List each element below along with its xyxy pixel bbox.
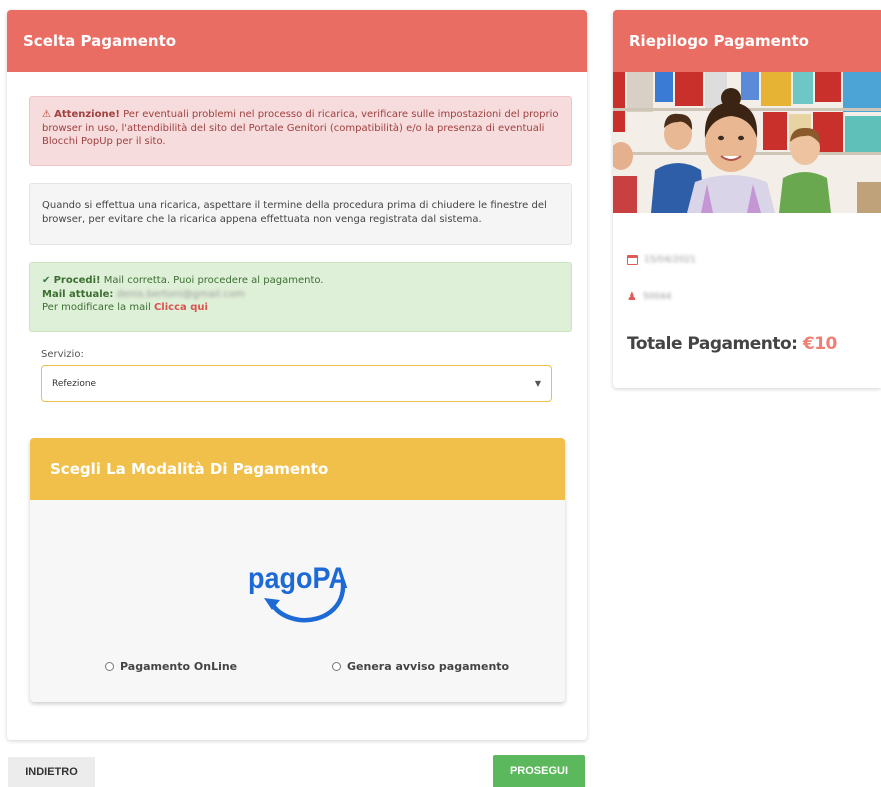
summary-date: 15/04/2021 — [644, 255, 696, 265]
warning-alert-text: Per eventuali problemi nel processo di r… — [42, 109, 559, 147]
summary-total: Totale Pagamento: €10 — [627, 334, 837, 354]
mail-label: Mail attuale: — [42, 288, 114, 300]
summary-code: 50044 — [642, 291, 672, 302]
mail-value: denis.bertoni@gmail.com — [116, 288, 245, 300]
calendar-icon — [627, 255, 638, 265]
service-select[interactable]: Refezione ▼ — [41, 365, 552, 402]
radio-online[interactable] — [105, 662, 114, 671]
info-alert-text: Quando si effettua una ricarica, aspetta… — [42, 200, 547, 225]
warning-triangle-icon: ⚠ — [42, 109, 51, 120]
payment-method-title: Scegli La Modalità Di Pagamento — [50, 460, 329, 478]
success-alert-title: Procedi! — [53, 275, 101, 286]
pagopa-logo-text: pagoPA — [248, 562, 348, 595]
summary-total-amount: €10 — [802, 334, 838, 354]
payment-choice-title: Scelta Pagamento — [23, 32, 177, 50]
check-icon: ✔ — [42, 275, 51, 286]
summary-date-row: 15/04/2021 — [627, 255, 696, 265]
caret-down-icon: ▼ — [534, 379, 541, 388]
warning-alert-title: Attenzione! — [54, 109, 120, 120]
option-online-label: Pagamento OnLine — [120, 660, 238, 673]
warning-alert: ⚠ Attenzione! Per eventuali problemi nel… — [29, 96, 572, 166]
back-button[interactable]: INDIETRO — [8, 757, 95, 787]
pagopa-logo: pagoPA — [248, 562, 348, 623]
radio-notice[interactable] — [332, 662, 341, 671]
service-label: Servizio: — [41, 349, 84, 360]
info-alert: Quando si effettua una ricarica, aspetta… — [29, 183, 572, 245]
payment-summary-header: Riepilogo Pagamento — [613, 10, 881, 72]
modify-mail-link[interactable]: Clicca qui — [154, 302, 208, 313]
modify-mail-text: Per modificare la mail — [42, 302, 151, 313]
payment-method-header: Scegli La Modalità Di Pagamento — [30, 438, 565, 500]
summary-code-row: ♟ 50044 — [627, 290, 672, 303]
payment-summary-title: Riepilogo Pagamento — [629, 32, 809, 50]
user-icon: ♟ — [627, 290, 637, 303]
success-alert: ✔ Procedi! Mail corretta. Puoi procedere… — [29, 262, 572, 332]
payment-method-box: Scegli La Modalità Di Pagamento pagoPA P… — [30, 438, 565, 702]
summary-total-label: Totale Pagamento: — [627, 334, 798, 354]
service-select-value: Refezione — [52, 378, 97, 389]
payment-choice-header: Scelta Pagamento — [7, 10, 587, 72]
option-notice[interactable]: Genera avviso pagamento — [332, 660, 509, 673]
option-online[interactable]: Pagamento OnLine — [105, 660, 237, 673]
payment-summary-card: Riepilogo Pagamento 15/04/2021 ♟ 50044 T… — [613, 10, 881, 388]
option-notice-label: Genera avviso pagamento — [347, 660, 510, 673]
success-alert-text: Mail corretta. Puoi procedere al pagamen… — [103, 275, 324, 286]
payment-choice-card: Scelta Pagamento ⚠ Attenzione! Per event… — [7, 10, 587, 740]
next-button[interactable]: PROSEGUI — [493, 755, 585, 787]
school-children-photo — [613, 72, 881, 213]
